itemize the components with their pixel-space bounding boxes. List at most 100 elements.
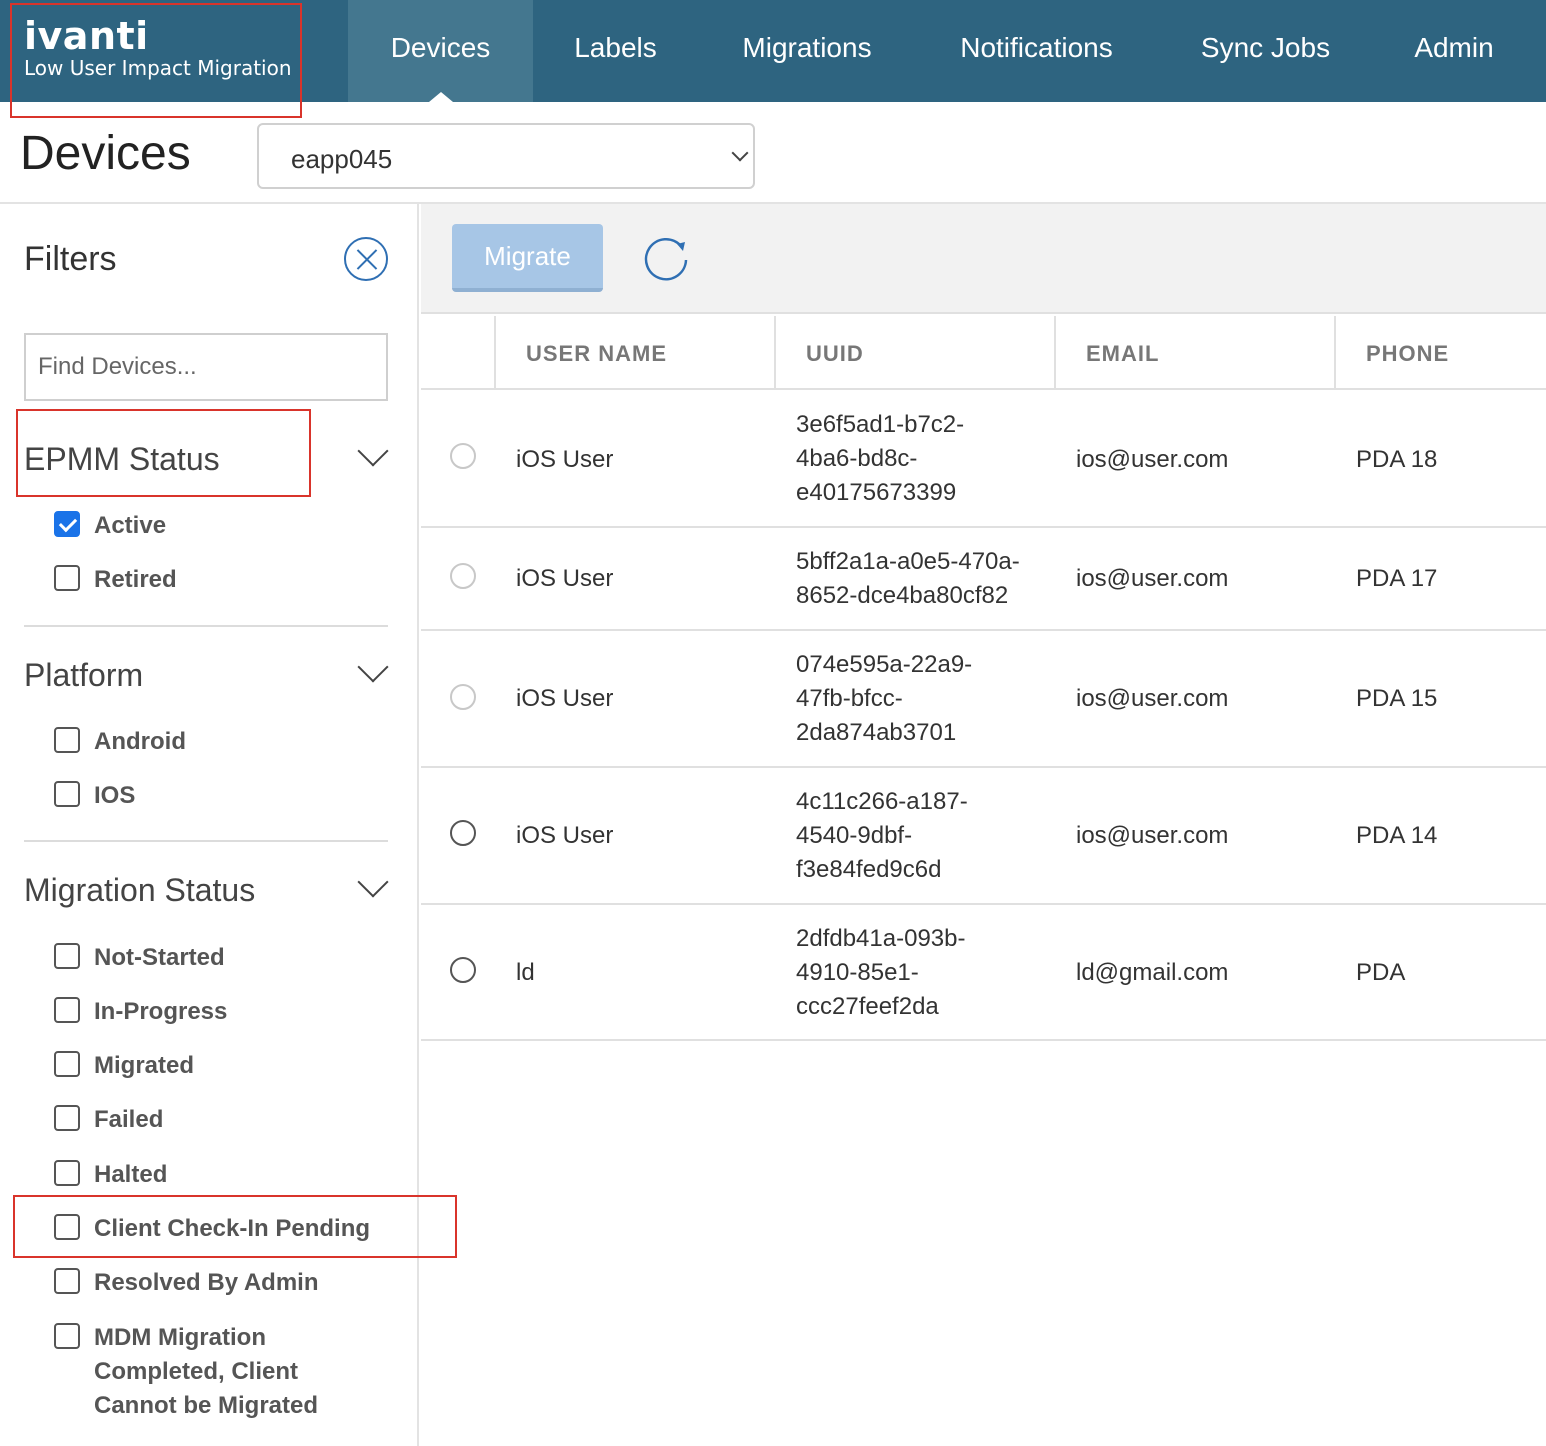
cell-phone: PDA 18 bbox=[1356, 446, 1438, 473]
filter-label: Retired bbox=[94, 566, 177, 593]
cell-email: ios@user.com bbox=[1076, 565, 1229, 592]
cell-user-name: iOS User bbox=[516, 822, 614, 849]
cell-user-name: iOS User bbox=[516, 685, 614, 712]
tenant-select-value: eapp045 bbox=[291, 144, 393, 174]
table-row[interactable]: iOS User 074e595a-22a9- 47fb-bfcc- 2da87… bbox=[421, 631, 1546, 768]
migrate-button[interactable]: Migrate bbox=[452, 224, 603, 292]
column-separator bbox=[1334, 316, 1336, 390]
section-platform[interactable]: Platform bbox=[24, 657, 143, 694]
uuid-line: 4540-9dbf- bbox=[796, 822, 913, 849]
column-header-email[interactable]: EMAIL bbox=[1086, 341, 1159, 367]
refresh-icon[interactable] bbox=[643, 234, 691, 282]
top-nav-bar: ivanti Low User Impact Migration Devices… bbox=[0, 0, 1546, 102]
chevron-down-icon[interactable] bbox=[357, 651, 389, 683]
checkbox-icon[interactable] bbox=[54, 997, 80, 1023]
checkbox-icon[interactable] bbox=[54, 1214, 80, 1240]
cell-user-name: ld bbox=[516, 959, 535, 986]
uuid-line: f3e84fed9c6d bbox=[796, 856, 942, 883]
brand[interactable]: ivanti Low User Impact Migration bbox=[0, 0, 348, 102]
cell-user-name: iOS User bbox=[516, 446, 614, 473]
filter-label: In-Progress bbox=[94, 998, 228, 1025]
cell-uuid: 074e595a-22a9- 47fb-bfcc- 2da874ab3701 bbox=[796, 648, 972, 750]
cell-email: ios@user.com bbox=[1076, 822, 1229, 849]
table-row[interactable]: iOS User 5bff2a1a-a0e5-470a- 8652-dce4ba… bbox=[421, 528, 1546, 631]
column-header-user-name[interactable]: USER NAME bbox=[526, 341, 667, 367]
row-radio[interactable] bbox=[450, 684, 476, 710]
active-caret-icon bbox=[428, 92, 453, 102]
filter-label: Android bbox=[94, 728, 186, 755]
checkbox-icon[interactable] bbox=[54, 1051, 80, 1077]
cell-phone: PDA 15 bbox=[1356, 685, 1438, 712]
checkbox-icon[interactable] bbox=[54, 943, 80, 969]
column-header-uuid[interactable]: UUID bbox=[806, 341, 864, 367]
row-radio[interactable] bbox=[450, 563, 476, 589]
chevron-down-icon[interactable] bbox=[357, 866, 389, 898]
filters-title: Filters bbox=[24, 240, 117, 278]
uuid-line: 2da874ab3701 bbox=[796, 719, 957, 746]
checkbox-icon[interactable] bbox=[54, 781, 80, 807]
filter-label: Failed bbox=[94, 1106, 164, 1133]
cell-uuid: 2dfdb41a-093b- 4910-85e1- ccc27feef2da bbox=[796, 922, 965, 1024]
row-radio[interactable] bbox=[450, 443, 476, 469]
checkbox-icon[interactable] bbox=[54, 1323, 80, 1349]
table-row[interactable]: iOS User 3e6f5ad1-b7c2- 4ba6-bd8c- e4017… bbox=[421, 392, 1546, 528]
uuid-line: 47fb-bfcc- bbox=[796, 685, 903, 712]
nav-migrations-label: Migrations bbox=[742, 32, 872, 63]
nav-sync-jobs-label: Sync Jobs bbox=[1200, 32, 1331, 63]
nav-migrations[interactable]: Migrations bbox=[698, 0, 916, 102]
section-divider bbox=[24, 840, 388, 842]
nav-labels[interactable]: Labels bbox=[533, 0, 698, 102]
cell-uuid: 4c11c266-a187- 4540-9dbf- f3e84fed9c6d bbox=[796, 785, 968, 887]
cell-uuid: 3e6f5ad1-b7c2- 4ba6-bd8c- e40175673399 bbox=[796, 408, 964, 510]
table-row[interactable]: iOS User 4c11c266-a187- 4540-9dbf- f3e84… bbox=[421, 768, 1546, 905]
filter-label: Resolved By Admin bbox=[94, 1269, 319, 1296]
column-header-phone[interactable]: PHONE bbox=[1366, 341, 1449, 367]
section-divider bbox=[24, 625, 388, 627]
uuid-line: e40175673399 bbox=[796, 479, 957, 506]
cell-uuid: 5bff2a1a-a0e5-470a- 8652-dce4ba80cf82 bbox=[796, 545, 1020, 613]
nav-notifications-label: Notifications bbox=[960, 32, 1113, 63]
filter-label: Migrated bbox=[94, 1052, 195, 1079]
filters-sidebar: Filters EPMM Status Active Retired Platf… bbox=[0, 204, 419, 1446]
nav-devices[interactable]: Devices bbox=[348, 0, 533, 102]
cell-user-name: iOS User bbox=[516, 565, 614, 592]
cell-phone: PDA bbox=[1356, 959, 1406, 986]
cell-email: ios@user.com bbox=[1076, 446, 1229, 473]
filter-label: Halted bbox=[94, 1161, 168, 1188]
column-separator bbox=[494, 316, 496, 390]
column-separator bbox=[774, 316, 776, 390]
uuid-line: 8652-dce4ba80cf82 bbox=[796, 582, 1009, 609]
uuid-line: 4ba6-bd8c- bbox=[796, 445, 918, 472]
page-title: Devices bbox=[20, 127, 191, 180]
tenant-select[interactable]: eapp045 bbox=[257, 123, 755, 189]
row-radio[interactable] bbox=[450, 820, 476, 846]
uuid-line: 4c11c266-a187- bbox=[796, 788, 968, 815]
uuid-line: ccc27feef2da bbox=[796, 993, 939, 1020]
section-migration-status[interactable]: Migration Status bbox=[24, 872, 255, 909]
checkbox-icon[interactable] bbox=[54, 1105, 80, 1131]
checkbox-icon[interactable] bbox=[54, 727, 80, 753]
checkbox-icon[interactable] bbox=[54, 1268, 80, 1294]
checkbox-icon[interactable] bbox=[54, 1160, 80, 1186]
cell-email: ld@gmail.com bbox=[1076, 959, 1229, 986]
cell-phone: PDA 17 bbox=[1356, 565, 1438, 592]
table-header: USER NAME UUID EMAIL PHONE bbox=[421, 316, 1546, 390]
nav-labels-label: Labels bbox=[574, 32, 657, 63]
ivanti-logo: ivanti bbox=[24, 14, 149, 58]
find-devices-input[interactable] bbox=[24, 333, 388, 401]
uuid-line: 2dfdb41a-093b- bbox=[796, 925, 966, 952]
cell-email: ios@user.com bbox=[1076, 685, 1229, 712]
uuid-line: 074e595a-22a9- bbox=[796, 651, 973, 678]
close-filters-icon[interactable] bbox=[344, 237, 388, 281]
checkbox-icon[interactable] bbox=[54, 565, 80, 591]
checkbox-checked-icon[interactable] bbox=[54, 511, 80, 537]
nav-notifications[interactable]: Notifications bbox=[916, 0, 1157, 102]
chevron-down-icon[interactable] bbox=[357, 435, 389, 467]
row-radio[interactable] bbox=[450, 957, 476, 983]
nav-sync-jobs[interactable]: Sync Jobs bbox=[1157, 0, 1374, 102]
table-row[interactable]: ld 2dfdb41a-093b- 4910-85e1- ccc27feef2d… bbox=[421, 905, 1546, 1041]
filter-label: Not-Started bbox=[94, 944, 225, 971]
nav-admin[interactable]: Admin bbox=[1374, 0, 1534, 102]
section-epmm-status[interactable]: EPMM Status bbox=[24, 441, 220, 478]
toolbar: Migrate bbox=[421, 204, 1546, 314]
